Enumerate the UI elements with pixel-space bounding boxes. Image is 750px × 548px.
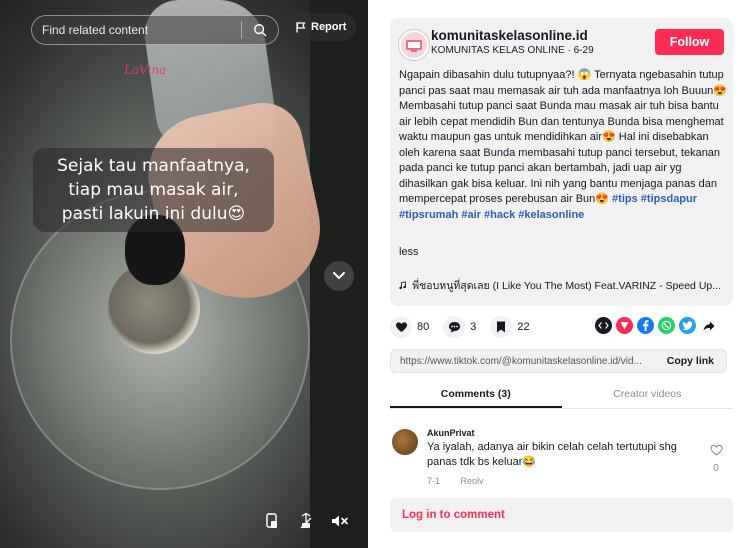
flag-icon: [296, 21, 306, 32]
video-link-box: https://www.tiktok.com/@komunitaskelason…: [390, 349, 727, 373]
less-toggle[interactable]: less: [399, 246, 419, 258]
hashtag-link[interactable]: #kelasonline: [518, 209, 584, 221]
post-detail-panel: komunitaskelasonline.id KOMUNITAS KELAS …: [368, 0, 750, 548]
video-caption-overlay: Sejak tau manfaatnya, tiap mau masak air…: [33, 148, 274, 232]
hashtag-link[interactable]: #air: [461, 209, 481, 221]
save-button[interactable]: [490, 316, 513, 338]
login-label: Log in to comment: [402, 509, 505, 521]
comment-text: Ya iyalah, adanya air bikin celah celah …: [427, 441, 677, 468]
author-avatar[interactable]: [398, 29, 430, 61]
embed-code-icon: [598, 322, 609, 329]
comment-icon: [448, 322, 460, 333]
hashtag-link[interactable]: #hack: [484, 209, 515, 221]
send-icon: [620, 322, 629, 330]
copy-link-button[interactable]: Copy link: [655, 355, 726, 367]
description-text: Ngapain dibasahin dulu tutupnyaa?! 😱 Ter…: [399, 69, 727, 205]
search-icon: [254, 24, 267, 37]
author-username[interactable]: komunitaskelasonline.id: [431, 28, 588, 43]
share-arrow-icon: [703, 321, 714, 331]
save-action[interactable]: 22: [490, 316, 530, 338]
report-button[interactable]: Report: [286, 13, 357, 41]
comment-button[interactable]: [443, 316, 466, 338]
embed-button[interactable]: [595, 317, 612, 334]
comment-date: 7-1: [427, 476, 441, 484]
share-whatsapp-button[interactable]: [658, 317, 675, 334]
post-description: Ngapain dibasahin dulu tutupnyaa?! 😱 Ter…: [399, 68, 727, 223]
auto-scroll-button[interactable]: [293, 508, 319, 534]
floating-player-button[interactable]: [259, 508, 285, 534]
twitter-icon: [682, 321, 693, 330]
login-to-comment-button[interactable]: Log in to comment: [390, 498, 733, 532]
bookmark-icon: [497, 321, 506, 333]
tiktok-video-page: Report LaVina Sejak tau manfaatnya, tiap…: [0, 0, 750, 548]
logo-icon: [401, 32, 427, 58]
mute-button[interactable]: [327, 508, 353, 534]
commenter-username[interactable]: AkunPrivat: [427, 428, 475, 438]
video-player[interactable]: Report LaVina Sejak tau manfaatnya, tiap…: [0, 0, 368, 548]
caption-line: pasti lakuin ini dulu😍: [61, 204, 246, 224]
share-twitter-button[interactable]: [679, 317, 696, 334]
caption-line: tiap mau masak air,: [68, 180, 239, 200]
music-title: พี่ชอบหนูที่สุดเลย (I Like You The Most)…: [412, 280, 721, 292]
report-label: Report: [311, 21, 347, 33]
tab-creator-videos[interactable]: Creator videos: [562, 383, 734, 408]
reply-button[interactable]: Reply: [461, 476, 484, 484]
speaker-muted-icon: [332, 515, 348, 527]
music-link[interactable]: พี่ชอบหนูที่สุดเลย (I Like You The Most)…: [399, 277, 721, 294]
search-button[interactable]: [242, 15, 278, 45]
like-button[interactable]: [390, 316, 412, 338]
share-facebook-button[interactable]: [637, 317, 654, 334]
search-input[interactable]: [32, 23, 241, 37]
comment-tabs: Comments (3) Creator videos: [390, 383, 733, 409]
follow-button[interactable]: Follow: [655, 29, 724, 55]
send-to-friends-button[interactable]: [616, 317, 633, 334]
comment-like-count: 0: [713, 463, 719, 474]
video-watermark: LaVina: [124, 63, 167, 77]
search-bar: [31, 15, 279, 45]
whatsapp-icon: [661, 320, 672, 331]
author-nickname-date: KOMUNITAS KELAS ONLINE · 6-29: [431, 45, 594, 56]
comment-meta: 7-1 Reply: [427, 476, 484, 484]
caption-line: Sejak tau manfaatnya,: [57, 156, 250, 176]
next-video-button[interactable]: [324, 261, 354, 291]
comment-count: 3: [470, 321, 477, 333]
video-link-url[interactable]: https://www.tiktok.com/@komunitaskelason…: [391, 356, 655, 367]
like-action[interactable]: 80: [390, 316, 429, 338]
save-count: 22: [517, 321, 530, 333]
share-options: [595, 317, 717, 334]
hashtag-link[interactable]: #tipsdapur: [641, 193, 697, 205]
share-more-button[interactable]: [700, 317, 717, 334]
heart-outline-icon: [709, 444, 723, 456]
comment-action[interactable]: 3: [443, 316, 476, 338]
tab-comments[interactable]: Comments (3): [390, 383, 562, 408]
music-note-icon: [399, 281, 406, 290]
auto-scroll-icon: [300, 513, 312, 529]
comment-like-button[interactable]: 0: [708, 443, 724, 474]
like-count: 80: [417, 321, 430, 333]
hashtag-link[interactable]: #tipsrumah: [399, 209, 458, 221]
heart-icon: [395, 322, 407, 332]
hashtag-link[interactable]: #tips: [612, 193, 638, 205]
commenter-avatar[interactable]: [390, 427, 420, 457]
chevron-down-icon: [333, 272, 345, 280]
facebook-icon: [642, 320, 649, 331]
pip-icon: [266, 513, 277, 528]
